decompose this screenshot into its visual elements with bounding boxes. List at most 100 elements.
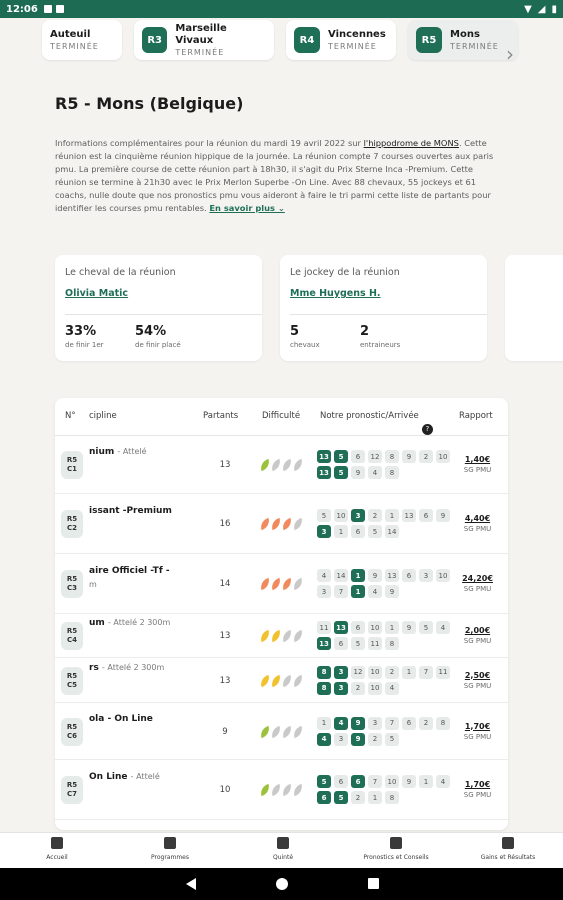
- rapport[interactable]: 2,50€ SG PMU: [455, 671, 500, 690]
- rapport-amount[interactable]: 1,40€: [455, 455, 500, 464]
- horse-number: 7: [368, 775, 382, 788]
- difficulty-leaf-icon: [269, 517, 283, 531]
- table-row[interactable]: R5 C1 nium - Attelé 13 13 5 6 12 8 9 2 10 13 5 9 4 8 1,40…: [55, 436, 508, 494]
- meeting-code: R5: [66, 671, 78, 680]
- horse-name-link[interactable]: Olivia Matic: [65, 288, 128, 299]
- prono-numbers: 8 3 12 10 2 1 7 11 8 3 2 10 4: [317, 665, 450, 698]
- horse-number: 5: [317, 775, 331, 788]
- difficulty-leaf-icon: [291, 517, 305, 531]
- partants-count: 9: [222, 726, 228, 737]
- bottom-nav: Accueil Programmes Quinté Pronostics et …: [0, 832, 563, 868]
- table-row[interactable]: R5 C6 ola - On Line 9 1 4 9 3 7 6 2 8 4 3 9 2 5 1,70€ SG …: [55, 703, 508, 760]
- read-more-link[interactable]: En savoir plus ⌄: [209, 203, 284, 213]
- nav-label: Accueil: [46, 854, 68, 861]
- horse-number: 7: [385, 716, 399, 730]
- difficulty-rating: [258, 458, 305, 472]
- horse-number: 2: [368, 509, 382, 522]
- difficulty-rating: [258, 725, 305, 738]
- rapport[interactable]: 1,70€ SG PMU: [455, 780, 500, 799]
- col-difficulty: Difficulté: [262, 411, 301, 421]
- race-badge: R5 C3: [61, 570, 83, 598]
- race-title: On Line: [89, 772, 128, 782]
- horse-number: 10: [368, 665, 382, 679]
- rapport[interactable]: 4,40€ SG PMU: [455, 514, 500, 533]
- desc-text-end: . Cette réunion est la cinquième réunion…: [55, 138, 494, 213]
- table-row[interactable]: R5 C5 rs - Attelé 2 300m 13 8 3 12 10 2 1 7 11 8 3 2 10…: [55, 658, 508, 703]
- difficulty-rating: [258, 783, 305, 797]
- tab-auteuil[interactable]: Auteuil TERMINÉE: [42, 20, 122, 60]
- race-discipline: - Attelé: [117, 447, 147, 456]
- tab-marseille-vivaux[interactable]: R3 Marseille Vivaux TERMINÉE: [134, 20, 274, 60]
- horse-number: 11: [368, 637, 382, 650]
- rapport-amount[interactable]: 1,70€: [455, 780, 500, 789]
- horse-number: 3: [334, 665, 348, 679]
- tab-vincennes[interactable]: R4 Vincennes TERMINÉE: [286, 20, 396, 60]
- stat-value: 33%: [65, 324, 97, 339]
- rapport-amount[interactable]: 2,50€: [455, 671, 500, 680]
- horse-number: 4: [368, 585, 382, 598]
- rapport-amount[interactable]: 24,20€: [455, 574, 500, 583]
- jockey-of-meeting-card: Le jockey de la réunion Mme Huygens H. 5…: [280, 255, 487, 361]
- horse-number: 8: [385, 450, 399, 463]
- horse-number: 13: [402, 509, 416, 522]
- meeting-code: R5: [66, 456, 78, 464]
- nav-home[interactable]: Accueil: [12, 837, 102, 861]
- tab-name: Vincennes: [328, 28, 386, 40]
- race-name: ola - On Line: [89, 714, 153, 724]
- difficulty-leaf-icon: [258, 725, 272, 738]
- race-distance: m: [89, 580, 97, 589]
- col-prono: Notre pronostic/Arrivée?: [320, 411, 433, 435]
- horse-number: 12: [351, 665, 365, 679]
- tab-badge: R4: [294, 27, 320, 53]
- rapport-amount[interactable]: 2,00€: [455, 626, 500, 635]
- rapport[interactable]: 2,00€ SG PMU: [455, 626, 500, 645]
- meeting-code: R5: [66, 722, 78, 731]
- horse-number: 1: [385, 509, 399, 522]
- rapport[interactable]: 24,20€ SG PMU: [455, 574, 500, 593]
- horse-number: 1: [402, 665, 416, 679]
- nav-results[interactable]: Gains et Résultats: [463, 837, 553, 861]
- horse-number: 4: [436, 621, 450, 634]
- card-heading: Le jockey de la réunion: [290, 267, 400, 278]
- nav-quinte[interactable]: Quinté: [238, 837, 328, 861]
- recents-icon[interactable]: [368, 878, 379, 889]
- back-icon[interactable]: [186, 878, 196, 890]
- table-row[interactable]: R5 C3 aire Officiel -Tf - m 14 4 14 1 9 13 6 3 10 3 7…: [55, 554, 508, 614]
- home-icon: [51, 837, 63, 849]
- rapport[interactable]: 1,70€ SG PMU: [455, 722, 500, 741]
- horse-number: 8: [385, 791, 399, 804]
- horse-number: 3: [334, 732, 348, 746]
- stat-place: 54% de finir placé: [135, 324, 181, 349]
- hippodrome-link[interactable]: l'hippodrome de MONS: [364, 138, 459, 148]
- chevron-right-icon[interactable]: ›: [503, 40, 517, 68]
- nav-programmes[interactable]: Programmes: [125, 837, 215, 861]
- horse-number: 8: [317, 665, 331, 679]
- nav-label: Pronostics et Conseils: [363, 854, 429, 861]
- home-circle-icon[interactable]: [276, 878, 288, 890]
- stat-value: 5: [290, 324, 300, 339]
- rapport[interactable]: 1,40€ SG PMU: [455, 455, 500, 474]
- help-icon[interactable]: ?: [421, 424, 433, 435]
- jockey-name-link[interactable]: Mme Huygens H.: [290, 288, 381, 299]
- table-row[interactable]: R5 C4 um - Attelé 2 300m 13 11 13 6 10 1 9 5 4 13 6 5 1…: [55, 614, 508, 658]
- horse-number: 6: [334, 775, 348, 788]
- horse-number: 2: [419, 716, 433, 730]
- horse-number: 4: [436, 775, 450, 788]
- col-partants: Partants: [203, 411, 239, 421]
- race-name: aire Officiel -Tf -: [89, 566, 170, 576]
- race-badge: R5 C6: [61, 717, 83, 746]
- nav-label: Quinté: [272, 854, 294, 861]
- table-row[interactable]: R5 C2 issant -Premium 16 5 10 3 2 1 13 6 9 3 1 6 5 14 4,…: [55, 494, 508, 554]
- rapport-amount[interactable]: 1,70€: [455, 722, 500, 731]
- tab-mons[interactable]: R5 Mons TERMINÉE: [408, 20, 518, 60]
- stat-value: 54%: [135, 324, 167, 339]
- table-row[interactable]: R5 C7 On Line - Attelé 10 5 6 6 7 10 9 1 4 6 5 2 1 8 1,70…: [55, 760, 508, 820]
- horse-number: 13: [317, 450, 331, 463]
- nav-pronostics[interactable]: Pronostics et Conseils: [351, 837, 441, 861]
- horse-number: 1: [351, 585, 365, 598]
- prono-line: 13 5 9 4 8: [317, 466, 450, 479]
- rapport-amount[interactable]: 4,40€: [455, 514, 500, 523]
- nav-label: Programmes: [151, 854, 189, 861]
- stat-trainers: 2 entraineurs: [360, 324, 400, 349]
- difficulty-leaf-icon: [291, 783, 305, 797]
